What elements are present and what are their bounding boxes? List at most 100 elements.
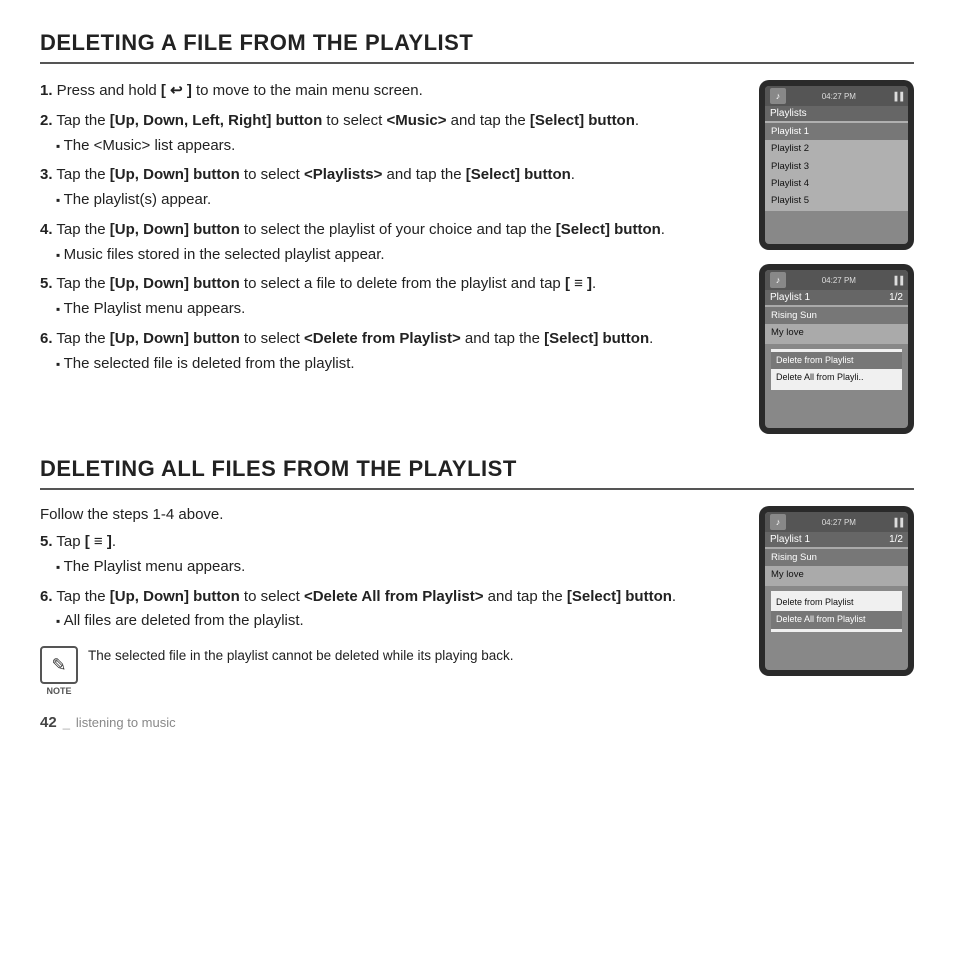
step4-bold2: [Select] button [556, 221, 661, 238]
playlist2-item: Playlist 2 [765, 140, 908, 157]
step3-bold2: <Playlists> [304, 166, 382, 183]
device3-title: Playlist 1 [770, 534, 810, 545]
device2-screen: ♪ 04:27 PM ▐▐ Playlist 1 1/2 Rising Sun … [765, 270, 908, 428]
footer-text: listening to music [76, 715, 176, 730]
step4-bold1: [Up, Down] button [110, 221, 240, 238]
device1: ♪ 04:27 PM ▐▐ Playlists Playlist 1 Playl… [759, 80, 914, 250]
step5-bold1: [Up, Down] button [110, 275, 240, 292]
device1-title-bar: Playlists [765, 106, 908, 121]
section1-title: DELETING A FILE FROM THE PLAYLIST [40, 30, 914, 64]
step2-num: 2. [40, 112, 53, 129]
step1-num: 1. [40, 82, 53, 99]
device3-my-love: My love [765, 566, 908, 583]
section1-devices: ♪ 04:27 PM ▐▐ Playlists Playlist 1 Playl… [759, 80, 914, 434]
device3-header: ♪ 04:27 PM ▐▐ [765, 512, 908, 532]
step2-bold2: <Music> [386, 112, 446, 129]
step3-bold1: [Up, Down] button [110, 166, 240, 183]
device3-title-bar: Playlist 1 1/2 [765, 532, 908, 547]
note-icon-container: ✎ NOTE [40, 646, 78, 696]
music-icon: ♪ [770, 88, 786, 104]
device3-delete-all: Delete All from Playlist [771, 611, 902, 629]
step-2: 2. Tap the [Up, Down, Left, Right] butto… [40, 110, 739, 157]
device1-battery: ▐▐ [892, 92, 903, 101]
step2-6-bullet: All files are deleted from the playlist. [56, 610, 739, 632]
step6-bullet: The selected file is deleted from the pl… [56, 353, 739, 375]
device3-battery: ▐▐ [892, 518, 903, 527]
device1-list: Playlist 1 Playlist 2 Playlist 3 Playlis… [765, 121, 908, 211]
step2-bold1: [Up, Down, Left, Right] button [110, 112, 322, 129]
step4-bullet: Music files stored in the selected playl… [56, 244, 739, 266]
section1-instructions: 1. Press and hold [ ↩ ] to move to the m… [40, 80, 739, 434]
note-box: ✎ NOTE The selected file in the playlist… [40, 646, 739, 696]
device3-pageinfo: 1/2 [889, 534, 903, 545]
device1-screen: ♪ 04:27 PM ▐▐ Playlists Playlist 1 Playl… [765, 86, 908, 244]
step1-bold: [ ↩ ] [161, 82, 192, 99]
device3: ♪ 04:27 PM ▐▐ Playlist 1 1/2 Rising Sun … [759, 506, 914, 676]
step-6: 6. Tap the [Up, Down] button to select <… [40, 328, 739, 375]
section2-title: DELETING ALL FILES FROM THE PLAYLIST [40, 456, 914, 490]
device1-time: 04:27 PM [822, 92, 856, 101]
device2-title: Playlist 1 [770, 292, 810, 303]
step-5: 5. Tap the [Up, Down] button to select a… [40, 273, 739, 320]
footer: 42 _ listening to music [40, 714, 914, 731]
step2-5-bullet: The Playlist menu appears. [56, 556, 739, 578]
playlist5-item: Playlist 5 [765, 192, 908, 209]
step-3: 3. Tap the [Up, Down] button to select <… [40, 164, 739, 211]
device2-pageinfo: 1/2 [889, 292, 903, 303]
step2-6-num: 6. [40, 588, 53, 605]
device2-time: 04:27 PM [822, 276, 856, 285]
step2-6-bold2: <Delete All from Playlist> [304, 588, 484, 605]
step3-bold3: [Select] button [466, 166, 571, 183]
section1-steps: 1. Press and hold [ ↩ ] to move to the m… [40, 80, 739, 374]
device3-delete-from: Delete from Playlist [771, 594, 902, 612]
device3-screen: ♪ 04:27 PM ▐▐ Playlist 1 1/2 Rising Sun … [765, 512, 908, 670]
my-love-item: My love [765, 324, 908, 341]
footer-page-num: 42 [40, 714, 57, 731]
device2-menu: Delete from Playlist Delete All from Pla… [770, 348, 903, 391]
device1-header: ♪ 04:27 PM ▐▐ [765, 86, 908, 106]
step3-num: 3. [40, 166, 53, 183]
step5-num: 5. [40, 275, 53, 292]
device1-title: Playlists [770, 108, 807, 119]
step2-5-num: 5. [40, 533, 53, 550]
section2-devices: ♪ 04:27 PM ▐▐ Playlist 1 1/2 Rising Sun … [759, 506, 914, 696]
device3-rising-sun: Rising Sun [765, 549, 908, 566]
device3-menu: Delete from Playlist Delete All from Pla… [770, 590, 903, 633]
step6-bold1: [Up, Down] button [110, 330, 240, 347]
device3-list: Rising Sun My love [765, 547, 908, 586]
device2-title-bar: Playlist 1 1/2 [765, 290, 908, 305]
step5-bold2: [ ≡ ] [565, 275, 592, 292]
section2-instructions: Follow the steps 1-4 above. 5. Tap [ ≡ ]… [40, 506, 739, 696]
step2-6-bold1: [Up, Down] button [110, 588, 240, 605]
section2-steps: 5. Tap [ ≡ ]. The Playlist menu appears.… [40, 531, 739, 632]
footer-separator: _ [63, 715, 70, 730]
step6-num: 6. [40, 330, 53, 347]
playlist1-item: Playlist 1 [765, 123, 908, 140]
step2-6: 6. Tap the [Up, Down] button to select <… [40, 586, 739, 633]
note-label: NOTE [40, 686, 78, 696]
playlist4-item: Playlist 4 [765, 175, 908, 192]
device2: ♪ 04:27 PM ▐▐ Playlist 1 1/2 Rising Sun … [759, 264, 914, 434]
step2-6-bold3: [Select] button [567, 588, 672, 605]
device3-time: 04:27 PM [822, 518, 856, 527]
device2-list: Rising Sun My love [765, 305, 908, 344]
device2-battery: ▐▐ [892, 276, 903, 285]
step6-bold3: [Select] button [544, 330, 649, 347]
music-icon2: ♪ [770, 272, 786, 288]
step6-bold2: <Delete from Playlist> [304, 330, 461, 347]
delete-from-playlist-menu: Delete from Playlist [771, 352, 902, 370]
delete-all-from-playlist-menu: Delete All from Playli.. [771, 369, 902, 387]
section2: DELETING ALL FILES FROM THE PLAYLIST Fol… [40, 456, 914, 696]
section2-content: Follow the steps 1-4 above. 5. Tap [ ≡ ]… [40, 506, 914, 696]
note-icon: ✎ [40, 646, 78, 684]
step2-5-bold: [ ≡ ] [85, 533, 112, 550]
step4-num: 4. [40, 221, 53, 238]
music-icon3: ♪ [770, 514, 786, 530]
playlist3-item: Playlist 3 [765, 158, 908, 175]
step3-bullet: The playlist(s) appear. [56, 189, 739, 211]
rising-sun-item: Rising Sun [765, 307, 908, 324]
step2-5: 5. Tap [ ≡ ]. The Playlist menu appears. [40, 531, 739, 578]
note-text: The selected file in the playlist cannot… [88, 646, 514, 666]
step-4: 4. Tap the [Up, Down] button to select t… [40, 219, 739, 266]
section2-intro: Follow the steps 1-4 above. [40, 506, 739, 523]
